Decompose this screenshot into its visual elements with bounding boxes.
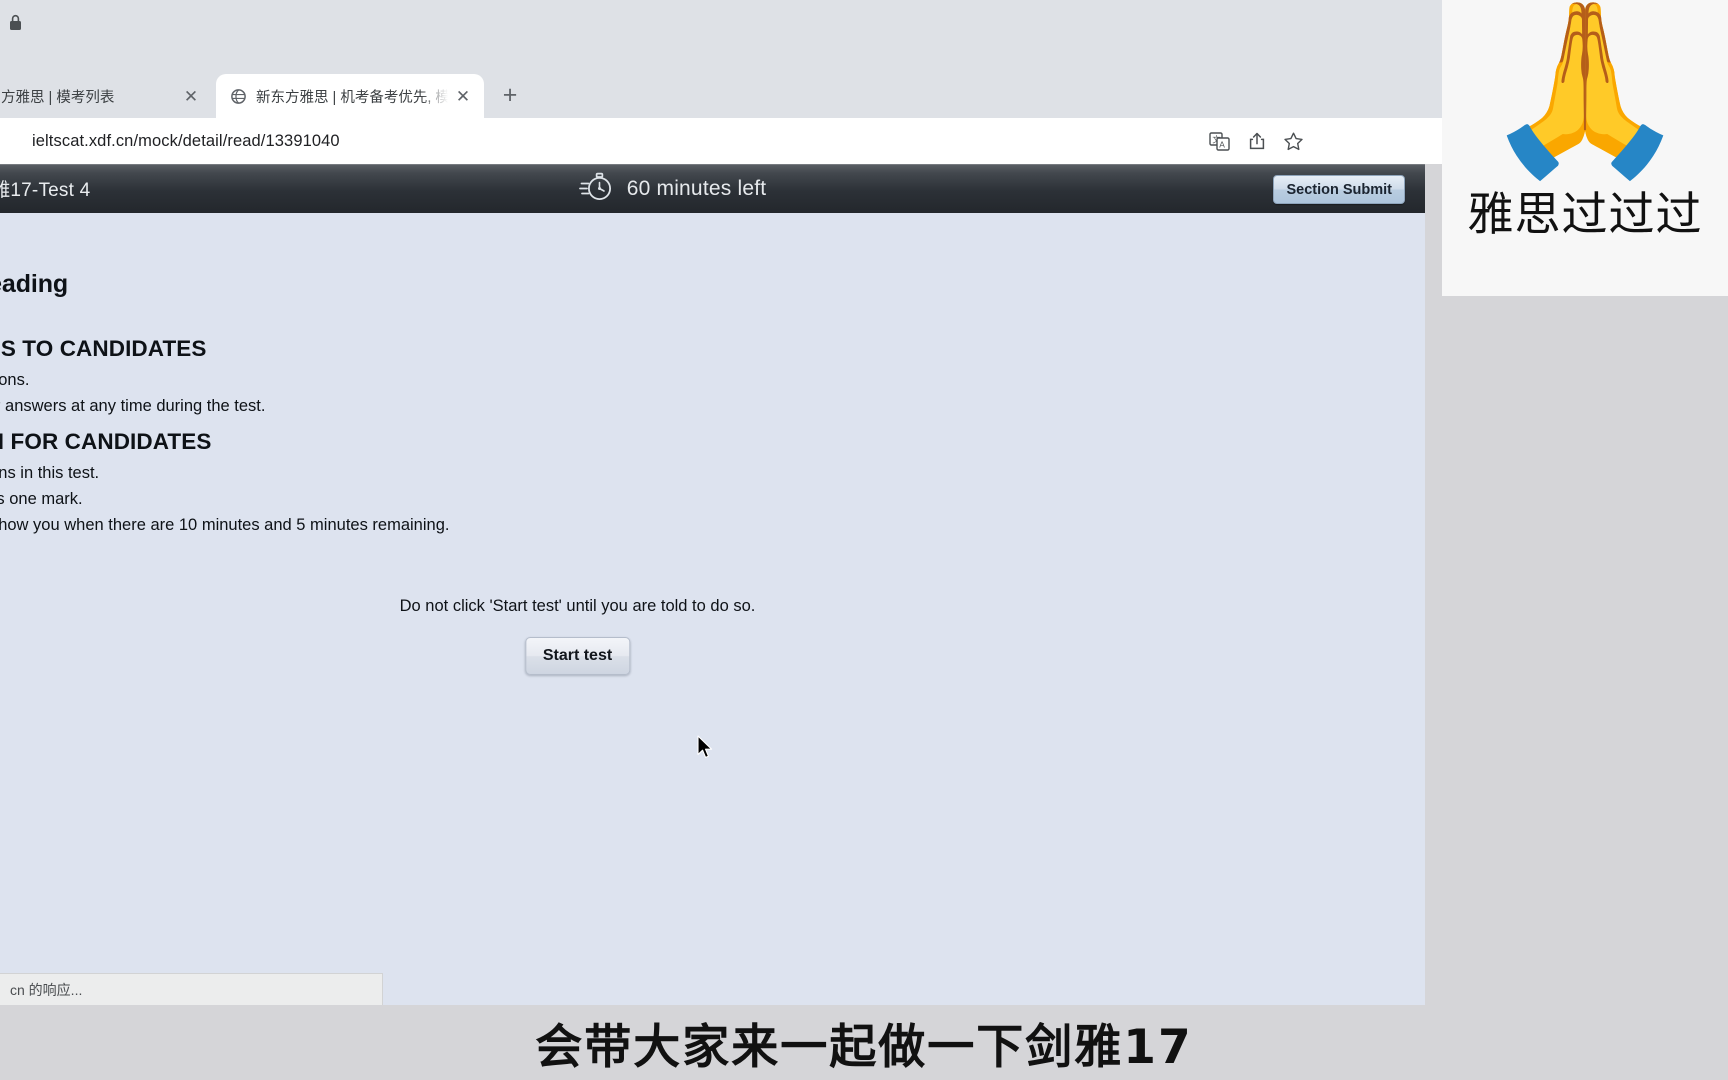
browser-tab-2-title: 新东方雅思 | 机考备考优先, 模拟 bbox=[256, 89, 448, 106]
instruction-line: You can change your answers at any time … bbox=[0, 397, 266, 415]
section-submit-button[interactable]: Section Submit bbox=[1273, 175, 1405, 204]
do-not-click-notice: Do not click 'Start test' until you are … bbox=[399, 597, 756, 615]
browser-tab-2[interactable]: 新东方雅思 | 机考备考优先, 模拟 ✕ bbox=[216, 74, 484, 118]
svg-text:A: A bbox=[1219, 139, 1225, 149]
instructions-heading: INSTRUCTIONS TO CANDIDATES bbox=[0, 336, 207, 361]
information-heading: INFORMATION FOR CANDIDATES bbox=[0, 429, 212, 454]
video-subtitle: 会带大家来一起做一下剑雅17 bbox=[535, 1020, 1193, 1075]
translate-icon[interactable]: 文 A bbox=[1202, 124, 1236, 158]
close-icon[interactable]: ✕ bbox=[180, 85, 202, 107]
screen-capture-frame: 新东方雅思 | 模考列表 ✕ 新东方雅思 | 机考备考优先, 模拟 ✕ + bbox=[0, 0, 1728, 1080]
url-text[interactable]: ieltscat.xdf.cn/mock/detail/read/1339104… bbox=[32, 118, 340, 164]
page-title: Academic Reading bbox=[0, 270, 69, 298]
lock-icon bbox=[8, 13, 23, 32]
browser-tab-strip: 新东方雅思 | 模考列表 ✕ 新东方雅思 | 机考备考优先, 模拟 ✕ + bbox=[0, 0, 1508, 118]
chrome-browser-window: 新东方雅思 | 模考列表 ✕ 新东方雅思 | 机考备考优先, 模拟 ✕ + bbox=[0, 0, 1508, 1005]
browser-tab-1-title: 新东方雅思 | 模考列表 bbox=[0, 89, 115, 106]
bookmark-star-icon[interactable] bbox=[1276, 124, 1310, 158]
mouse-cursor bbox=[697, 735, 715, 761]
browser-status-bubble: cn 的响应... bbox=[0, 973, 383, 1005]
close-icon[interactable]: ✕ bbox=[452, 85, 474, 107]
start-test-button[interactable]: Start test bbox=[524, 637, 631, 675]
instruction-line: Answer all the questions. bbox=[0, 371, 30, 389]
stopwatch-icon bbox=[578, 168, 615, 209]
information-line: The timer clock will show you when there… bbox=[0, 516, 450, 534]
browser-tab-1[interactable]: 新东方雅思 | 模考列表 ✕ bbox=[0, 74, 212, 118]
new-tab-button[interactable]: + bbox=[495, 80, 525, 110]
webcam-overlay-card: 🙏 雅思过过过 bbox=[1442, 0, 1728, 296]
information-line: There are 40 questions in this test. bbox=[0, 464, 100, 482]
timer-group: 60 minutes left bbox=[0, 164, 1425, 213]
page-viewport: 剑雅17-Test 4 60 minutes left bbox=[0, 164, 1508, 1005]
timer-text: 60 minutes left bbox=[626, 176, 767, 200]
tab-favicon-icon bbox=[230, 88, 247, 105]
folded-hands-emoji: 🙏 bbox=[1480, 0, 1690, 186]
information-line: Each question carries one mark. bbox=[0, 490, 83, 508]
share-icon[interactable] bbox=[1240, 124, 1274, 158]
ielts-test-header: 剑雅17-Test 4 60 minutes left bbox=[0, 164, 1425, 213]
overlay-caption: 雅思过过过 bbox=[1467, 187, 1703, 241]
test-name-label: 剑雅17-Test 4 bbox=[0, 180, 91, 201]
